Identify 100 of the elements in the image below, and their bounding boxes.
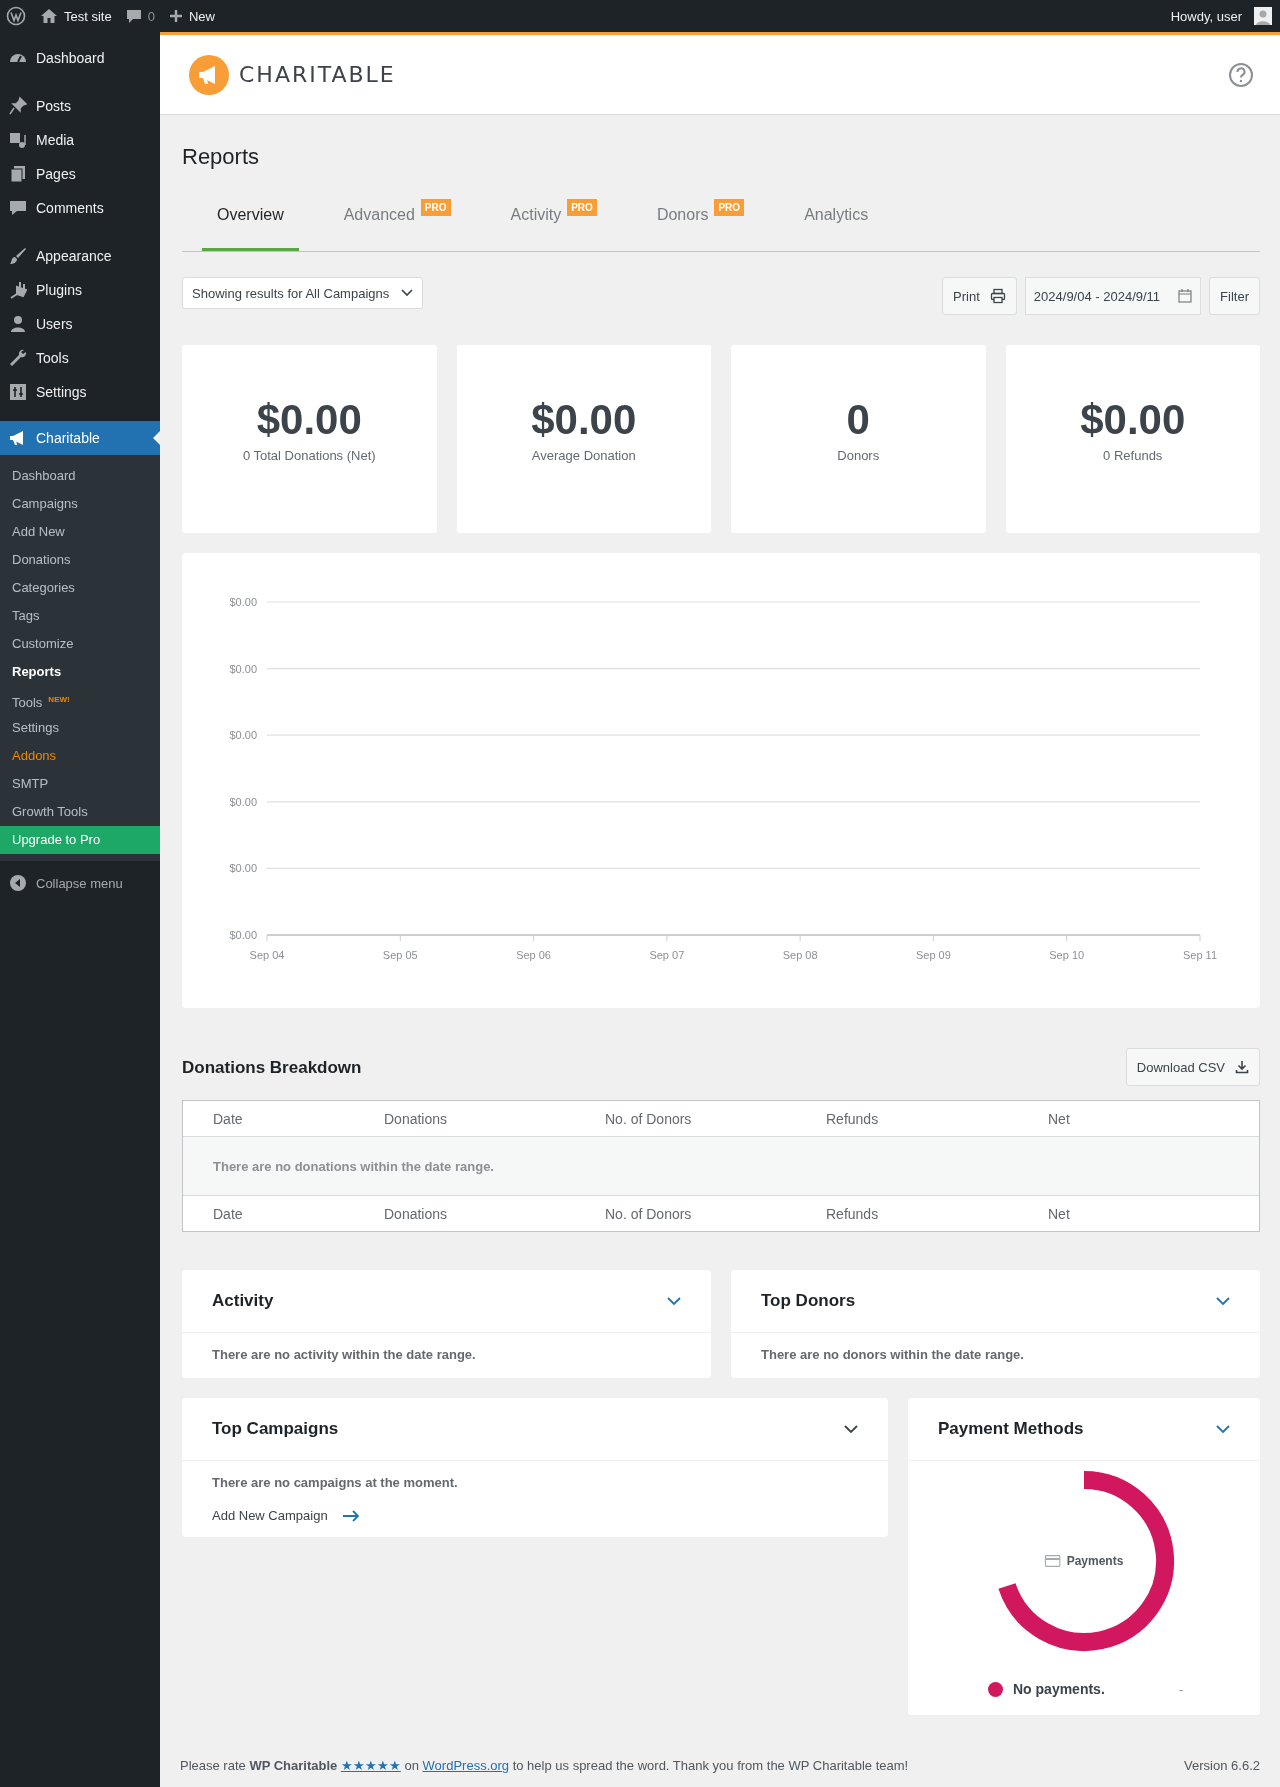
panel-message: There are no campaigns at the moment. <box>212 1475 459 1490</box>
column-footer: Net <box>1048 1205 1070 1222</box>
submenu-item[interactable]: Campaigns <box>0 490 160 518</box>
submenu-item[interactable]: SMTP <box>0 770 160 798</box>
account-menu[interactable]: Howdy, user <box>1170 7 1272 25</box>
tab[interactable]: Overview <box>202 190 299 251</box>
media-icon <box>8 130 28 150</box>
menu-item[interactable]: Comments <box>0 191 160 225</box>
submenu-item[interactable]: Growth Tools <box>0 798 160 826</box>
submenu-item[interactable]: Tags <box>0 602 160 630</box>
menu-item[interactable]: Appearance <box>0 239 160 273</box>
download-csv-button[interactable]: Download CSV <box>1125 1048 1260 1086</box>
tab[interactable]: Activity PRO <box>495 190 612 251</box>
panel-title: Top Donors <box>761 1291 856 1311</box>
comments-link[interactable]: 0 <box>125 8 155 24</box>
panel-title: Payment Methods <box>938 1419 1084 1439</box>
submenu-item[interactable]: Addons <box>0 742 160 770</box>
y-axis-label: $0.00 <box>229 729 257 742</box>
menu-item[interactable]: Media <box>0 123 160 157</box>
version-text: Version 6.6.2 <box>1184 1758 1260 1773</box>
add-campaign-link[interactable]: Add New Campaign <box>212 1508 858 1523</box>
pro-badge: PRO <box>567 199 597 216</box>
page-title: Reports <box>182 144 261 170</box>
y-axis-label: $0.00 <box>229 795 257 808</box>
wordpress-logo-icon[interactable] <box>6 6 26 26</box>
credit-card-icon <box>1044 1555 1061 1567</box>
collapse-menu-button[interactable]: Collapse menu <box>0 861 160 905</box>
submenu-item[interactable]: Categories <box>0 574 160 602</box>
x-axis-label: Sep 04 <box>249 949 285 961</box>
x-axis-label: Sep 08 <box>782 949 818 961</box>
stat-value: $0.00 <box>1080 395 1186 444</box>
menu-item[interactable]: Plugins <box>0 273 160 307</box>
wrench-icon <box>8 348 28 368</box>
chevron-down-icon <box>401 289 414 297</box>
panel-title: Top Campaigns <box>212 1419 339 1439</box>
submenu-item[interactable]: Reports <box>0 658 160 686</box>
y-axis-label: $0.00 <box>229 596 257 608</box>
stat-label: 0 Refunds <box>1103 447 1163 463</box>
stat-value: 0 <box>846 395 870 444</box>
stat-label: 0 Total Donations (Net) <box>242 447 376 463</box>
submenu-item[interactable]: Customize <box>0 630 160 658</box>
menu-item[interactable]: Dashboard <box>0 41 160 75</box>
column-header: Refunds <box>826 1110 880 1127</box>
column-footer: Refunds <box>826 1205 1048 1222</box>
chevron-down-icon[interactable] <box>667 1296 681 1306</box>
tab[interactable]: Analytics <box>789 190 884 251</box>
submenu-item[interactable]: Donations <box>0 546 160 574</box>
submenu-item[interactable]: Dashboard <box>0 462 160 490</box>
submenu-item[interactable]: Settings <box>0 714 160 742</box>
menu-item[interactable]: Pages <box>0 157 160 191</box>
plug-icon <box>8 280 28 300</box>
donut-center-label: Payments <box>1066 1554 1124 1568</box>
new-link[interactable]: New <box>168 8 215 24</box>
submenu-item[interactable]: Tools $^{NEW!}$ <box>0 686 160 714</box>
y-axis-label: $0.00 <box>229 662 257 675</box>
print-button[interactable]: Print <box>942 277 1017 315</box>
chevron-down-icon[interactable] <box>1216 1296 1230 1306</box>
tab[interactable]: Advanced PRO <box>328 190 466 251</box>
x-axis-label: Sep 07 <box>649 949 685 961</box>
pro-badge: PRO <box>714 199 745 216</box>
column-footer: No. of Donors <box>605 1205 826 1222</box>
filter-button[interactable]: Filter <box>1209 277 1260 315</box>
speech-bubble-icon <box>125 8 142 24</box>
legend-value: - <box>1179 1681 1184 1697</box>
column-header: Date <box>213 1110 244 1127</box>
wordpress-link[interactable]: WordPress.org <box>422 1758 510 1773</box>
help-icon[interactable] <box>1228 61 1254 88</box>
date-range-field[interactable]: 2024/9/04 - 2024/9/11 <box>1024 277 1202 315</box>
submenu-item[interactable]: Add New <box>0 518 160 546</box>
site-link[interactable]: Test site <box>40 8 112 24</box>
menu-item[interactable]: Posts <box>0 89 160 123</box>
rating-stars-link[interactable]: ★★★★★ <box>340 1758 401 1773</box>
x-axis-label: Sep 11 <box>1182 949 1218 961</box>
stat-label: Average Donation <box>531 447 636 463</box>
pushpin-icon <box>8 96 28 116</box>
x-axis-label: Sep 06 <box>516 949 551 961</box>
brand-name: CHARITABLE <box>239 62 396 87</box>
menu-item[interactable]: Settings <box>0 375 160 409</box>
person-icon <box>8 314 28 334</box>
menu-item[interactable]: Users <box>0 307 160 341</box>
chevron-down-icon[interactable] <box>1216 1424 1230 1434</box>
column-header: Donations <box>384 1110 449 1127</box>
paintbrush-icon <box>8 246 28 266</box>
campaign-dropdown[interactable]: Showing results for All Campaigns <box>182 277 424 309</box>
calendar-icon <box>1178 289 1193 303</box>
tab[interactable]: Donors PRO <box>641 190 760 251</box>
y-axis-label: $0.00 <box>229 862 257 875</box>
section-title: Donations Breakdown <box>182 1058 362 1078</box>
plus-icon <box>168 9 183 23</box>
panel-message: There are no activity within the date range. <box>212 1347 476 1362</box>
y-axis-label: $0.00 <box>229 929 257 941</box>
menu-item[interactable]: Tools <box>0 341 160 375</box>
panel-message: There are no donors within the date range. <box>761 1347 1024 1362</box>
download-icon <box>1235 1060 1249 1074</box>
x-axis-label: Sep 09 <box>916 949 951 961</box>
menu-item[interactable]: Charitable <box>0 421 160 455</box>
chevron-down-icon[interactable] <box>844 1424 858 1434</box>
stat-value: $0.00 <box>256 395 362 444</box>
column-header: Net <box>1048 1110 1070 1127</box>
stat-label: Donors <box>837 447 880 463</box>
